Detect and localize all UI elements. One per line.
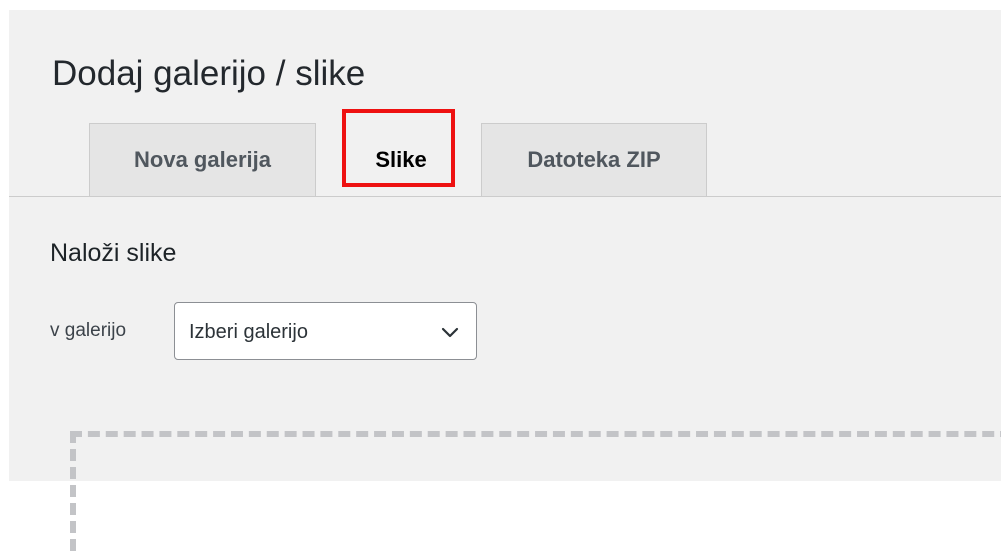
tab-divider <box>9 196 1001 197</box>
tab-images[interactable]: Slike <box>346 123 456 197</box>
tab-label: Nova galerija <box>134 147 271 172</box>
gallery-select[interactable]: Izberi galerijo <box>174 302 477 360</box>
tab-label: Slike <box>375 147 427 172</box>
tab-new-gallery[interactable]: Nova galerija <box>89 123 316 196</box>
tab-zip-file[interactable]: Datoteka ZIP <box>481 123 707 196</box>
file-dropzone[interactable] <box>70 431 1001 551</box>
tab-bar: Nova galerija Slike Datoteka ZIP <box>9 10 1001 200</box>
gallery-label: v galerijo <box>50 320 127 341</box>
gallery-select-value: Izberi galerijo <box>189 321 308 343</box>
upload-section-title: Naloži slike <box>50 239 177 267</box>
admin-content-panel: Dodaj galerijo / slike Nova galerija Sli… <box>9 10 1001 551</box>
chevron-down-icon <box>441 327 459 338</box>
tab-label: Datoteka ZIP <box>527 147 661 172</box>
